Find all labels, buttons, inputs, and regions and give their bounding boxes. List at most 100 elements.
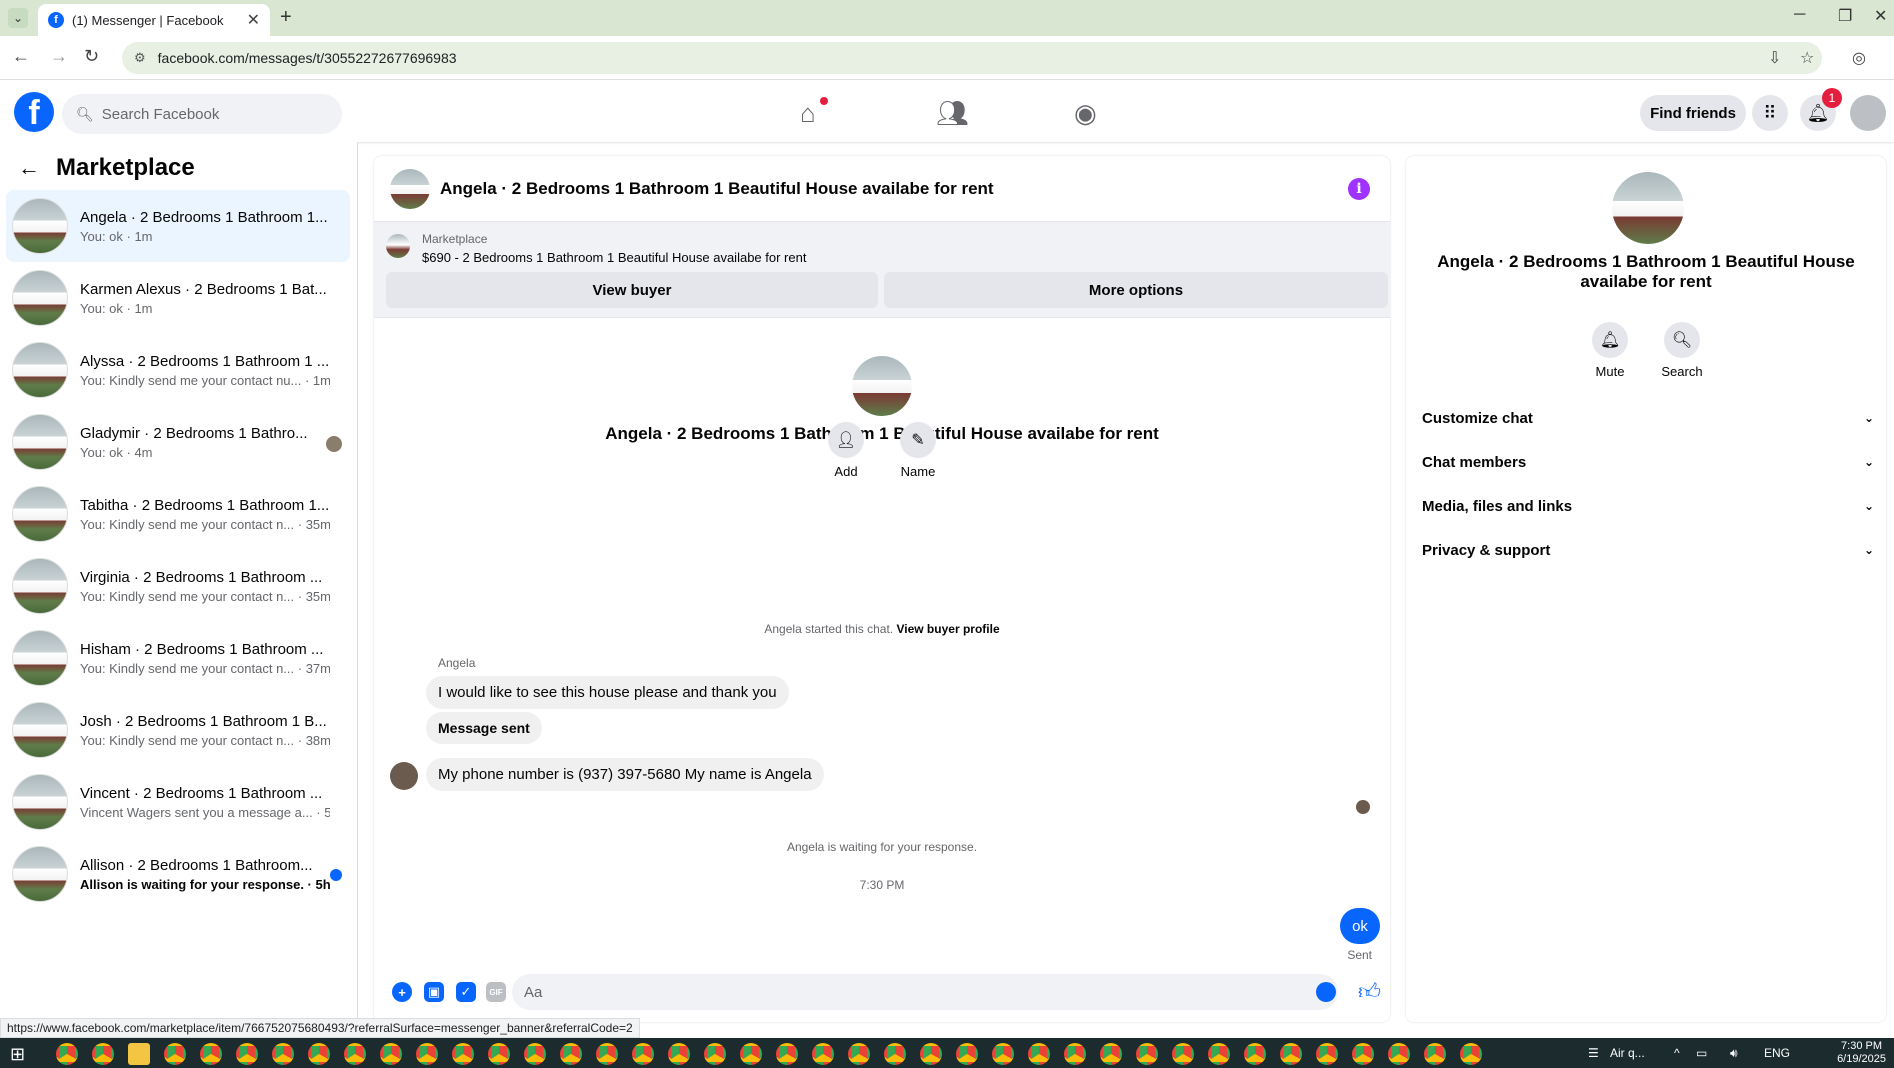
account-avatar[interactable] bbox=[1850, 95, 1886, 131]
chrome-app-icon[interactable] bbox=[1316, 1043, 1338, 1065]
thumbs-up-icon[interactable]: 👍︎ bbox=[1358, 978, 1381, 1005]
conversation-item[interactable]: Gladymir · 2 Bedrooms 1 Bathro... You: ok… bbox=[6, 406, 350, 478]
friends-icon[interactable]: 👥︎ bbox=[936, 98, 969, 129]
tray-chevron-icon[interactable]: ^ bbox=[1674, 1046, 1680, 1060]
more-options-button[interactable]: More options bbox=[884, 272, 1388, 308]
section-privacy-support[interactable]: Privacy & support ⌄ bbox=[1422, 530, 1874, 570]
chat-header-avatar[interactable] bbox=[390, 168, 430, 209]
chrome-app-icon[interactable] bbox=[308, 1043, 330, 1065]
message-input[interactable]: Aa bbox=[512, 974, 1338, 1010]
info-avatar[interactable] bbox=[1612, 172, 1684, 244]
conversation-item[interactable]: Hisham · 2 Bedrooms 1 Bathroom ... You: K… bbox=[6, 622, 350, 694]
chrome-app-icon[interactable] bbox=[1028, 1043, 1050, 1065]
chrome-app-icon[interactable] bbox=[992, 1043, 1014, 1065]
chrome-app-icon[interactable] bbox=[236, 1043, 258, 1065]
listing-description[interactable]: $690 - 2 Bedrooms 1 Bathroom 1 Beautiful… bbox=[422, 250, 806, 265]
conversation-item[interactable]: Angela · 2 Bedrooms 1 Bathroom 1... You: … bbox=[6, 190, 350, 262]
edit-name-button[interactable]: ✎ Name bbox=[900, 422, 936, 479]
chrome-app-icon[interactable] bbox=[812, 1043, 834, 1065]
chrome-app-icon[interactable] bbox=[200, 1043, 222, 1065]
tab-search-icon[interactable]: ⌄ bbox=[8, 8, 28, 28]
chrome-app-icon[interactable] bbox=[164, 1043, 186, 1065]
listing-thumbnail[interactable] bbox=[386, 234, 410, 258]
chrome-app-icon[interactable] bbox=[668, 1043, 690, 1065]
chrome-app-icon[interactable] bbox=[920, 1043, 942, 1065]
home-icon[interactable]: ⌂ bbox=[800, 98, 816, 129]
chrome-app-icon[interactable] bbox=[560, 1043, 582, 1065]
info-icon[interactable]: i bbox=[1348, 178, 1370, 200]
conversation-item[interactable]: Josh · 2 Bedrooms 1 Bathroom 1 B... You: … bbox=[6, 694, 350, 766]
close-window-icon[interactable]: ✕ bbox=[1874, 6, 1887, 26]
facebook-logo[interactable]: f bbox=[14, 92, 54, 132]
chrome-app-icon[interactable] bbox=[632, 1043, 654, 1065]
language-indicator[interactable]: ENG bbox=[1764, 1046, 1790, 1060]
chrome-app-icon[interactable] bbox=[776, 1043, 798, 1065]
groups-icon[interactable]: ◉ bbox=[1074, 98, 1097, 129]
url-input[interactable]: ⚙ facebook.com/messages/t/30552272677696… bbox=[122, 42, 1822, 74]
restore-icon[interactable]: ❐ bbox=[1838, 6, 1852, 26]
search-conversation-button[interactable]: 🔍︎ Search bbox=[1661, 322, 1703, 379]
bookmark-star-icon[interactable]: ☆ bbox=[1800, 48, 1814, 68]
chrome-app-icon[interactable] bbox=[452, 1043, 474, 1065]
photo-icon[interactable]: ▣ bbox=[424, 982, 444, 1002]
chrome-app-icon[interactable] bbox=[1208, 1043, 1230, 1065]
chrome-app-icon[interactable] bbox=[956, 1043, 978, 1065]
install-app-icon[interactable]: ⇩ bbox=[1768, 48, 1781, 68]
chrome-app-icon[interactable] bbox=[1100, 1043, 1122, 1065]
chat-header-title[interactable]: Angela · 2 Bedrooms 1 Bathroom 1 Beautif… bbox=[440, 179, 1390, 199]
weather-icon[interactable]: ☰ bbox=[1588, 1046, 1599, 1060]
file-explorer-icon[interactable] bbox=[128, 1043, 150, 1065]
profile-icon[interactable]: ◎ bbox=[1852, 48, 1866, 68]
chrome-app-icon[interactable] bbox=[488, 1043, 510, 1065]
chrome-app-icon[interactable] bbox=[704, 1043, 726, 1065]
conversation-item[interactable]: Vincent · 2 Bedrooms 1 Bathroom ... Vince… bbox=[6, 766, 350, 838]
site-info-icon[interactable]: ⚙ bbox=[134, 50, 146, 66]
forward-icon[interactable]: → bbox=[50, 46, 68, 67]
volume-icon[interactable]: 🔊︎ bbox=[1730, 1046, 1738, 1061]
emoji-icon[interactable] bbox=[1316, 982, 1336, 1002]
plus-icon[interactable]: + bbox=[392, 982, 412, 1002]
chrome-app-icon[interactable] bbox=[380, 1043, 402, 1065]
chrome-app-icon[interactable] bbox=[596, 1043, 618, 1065]
conversation-item[interactable]: Karmen Alexus · 2 Bedrooms 1 Bat... You: … bbox=[6, 262, 350, 334]
chrome-app-icon[interactable] bbox=[92, 1043, 114, 1065]
section-chat-members[interactable]: Chat members ⌄ bbox=[1422, 442, 1874, 482]
chrome-app-icon[interactable] bbox=[1460, 1043, 1482, 1065]
menu-grid-icon[interactable]: ⠿ bbox=[1752, 95, 1788, 131]
sender-avatar[interactable] bbox=[390, 762, 418, 790]
weather-text[interactable]: Air q... bbox=[1610, 1046, 1645, 1060]
browser-tab[interactable]: f (1) Messenger | Facebook ✕ bbox=[38, 4, 270, 36]
chrome-app-icon[interactable] bbox=[56, 1043, 78, 1065]
chrome-app-icon[interactable] bbox=[1388, 1043, 1410, 1065]
back-arrow-icon[interactable]: ← bbox=[18, 155, 40, 181]
chrome-app-icon[interactable] bbox=[1244, 1043, 1266, 1065]
chrome-app-icon[interactable] bbox=[1280, 1043, 1302, 1065]
add-person-button[interactable]: 👤︎ Add bbox=[828, 422, 864, 479]
windows-start-icon[interactable]: ⊞ bbox=[10, 1044, 25, 1065]
taskbar-clock[interactable]: 7:30 PM 6/19/2025 bbox=[1837, 1040, 1886, 1066]
message-bubble[interactable]: I would like to see this house please an… bbox=[426, 676, 789, 709]
chrome-app-icon[interactable] bbox=[1064, 1043, 1086, 1065]
chrome-app-icon[interactable] bbox=[524, 1043, 546, 1065]
facebook-search-input[interactable]: 🔍︎ Search Facebook bbox=[62, 94, 342, 134]
chrome-app-icon[interactable] bbox=[272, 1043, 294, 1065]
minimize-icon[interactable]: ─ bbox=[1794, 6, 1805, 24]
conversation-item[interactable]: Alyssa · 2 Bedrooms 1 Bathroom 1 ... You:… bbox=[6, 334, 350, 406]
new-tab-icon[interactable]: + bbox=[280, 6, 292, 29]
chrome-app-icon[interactable] bbox=[848, 1043, 870, 1065]
back-icon[interactable]: ← bbox=[12, 46, 30, 67]
mute-button[interactable]: 🔔︎ Mute bbox=[1592, 322, 1628, 379]
chrome-app-icon[interactable] bbox=[740, 1043, 762, 1065]
conversation-item[interactable]: Tabitha · 2 Bedrooms 1 Bathroom 1... You:… bbox=[6, 478, 350, 550]
chrome-app-icon[interactable] bbox=[1172, 1043, 1194, 1065]
section-customize-chat[interactable]: Customize chat ⌄ bbox=[1422, 398, 1874, 438]
chrome-app-icon[interactable] bbox=[344, 1043, 366, 1065]
message-bubble[interactable]: Message sent bbox=[426, 712, 542, 744]
view-buyer-button[interactable]: View buyer bbox=[386, 272, 878, 308]
sticker-icon[interactable]: ✓ bbox=[456, 982, 476, 1002]
tab-close-icon[interactable]: ✕ bbox=[247, 10, 260, 30]
reload-icon[interactable]: ↻ bbox=[84, 46, 99, 67]
conversation-item[interactable]: Virginia · 2 Bedrooms 1 Bathroom ... You:… bbox=[6, 550, 350, 622]
view-buyer-profile-link[interactable]: View buyer profile bbox=[896, 622, 999, 636]
conversation-item[interactable]: Allison · 2 Bedrooms 1 Bathroom... Alliso… bbox=[6, 838, 350, 910]
